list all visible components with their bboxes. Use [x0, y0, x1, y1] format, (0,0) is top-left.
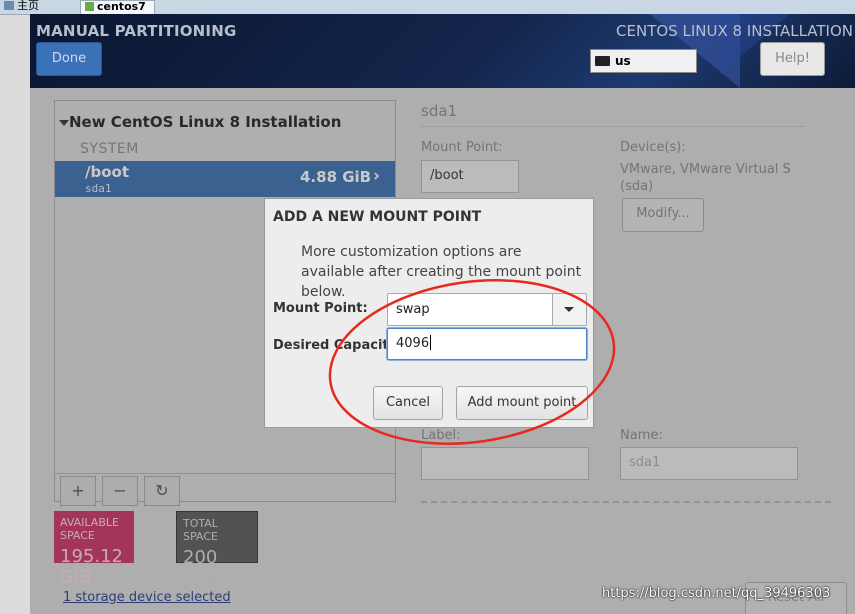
combo-dropdown-button[interactable] [552, 294, 586, 325]
page-title: MANUAL PARTITIONING [36, 22, 237, 40]
installer-header: MANUAL PARTITIONING CENTOS LINUX 8 INSTA… [30, 14, 855, 88]
tab-vm[interactable]: centos7 [80, 0, 155, 15]
tab-home[interactable]: 主页 [4, 0, 39, 14]
keyboard-layout-label: us [615, 54, 631, 68]
dialog-capacity-label: Desired Capacity: [273, 338, 403, 353]
desired-capacity-value: 4096 [396, 336, 430, 351]
desired-capacity-input[interactable]: 4096 [387, 328, 587, 360]
keyboard-layout-indicator[interactable]: us [590, 49, 697, 73]
add-mount-point-dialog: ADD A NEW MOUNT POINT More customization… [264, 198, 594, 428]
mount-point-combo-value: swap [396, 302, 430, 317]
tab-vm-label: centos7 [97, 0, 146, 13]
dialog-title: ADD A NEW MOUNT POINT [273, 209, 482, 225]
cancel-button[interactable]: Cancel [373, 386, 443, 420]
watermark: https://blog.csdn.net/qq_39496303 [602, 586, 831, 601]
chevron-down-icon [564, 307, 574, 312]
product-title: CENTOS LINUX 8 INSTALLATION [616, 22, 853, 40]
mount-point-combo[interactable]: swap [387, 293, 587, 326]
text-caret [430, 335, 432, 350]
home-icon [4, 1, 14, 10]
tab-home-label: 主页 [17, 0, 39, 12]
keyboard-icon [595, 56, 610, 66]
help-button[interactable]: Help! [760, 42, 825, 76]
vmware-tab-bar: 主页 centos7 [0, 0, 855, 15]
dialog-mount-point-label: Mount Point: [273, 301, 368, 316]
add-mount-point-confirm-button[interactable]: Add mount point [456, 386, 588, 420]
done-button[interactable]: Done [36, 42, 102, 76]
vm-icon [85, 2, 94, 11]
